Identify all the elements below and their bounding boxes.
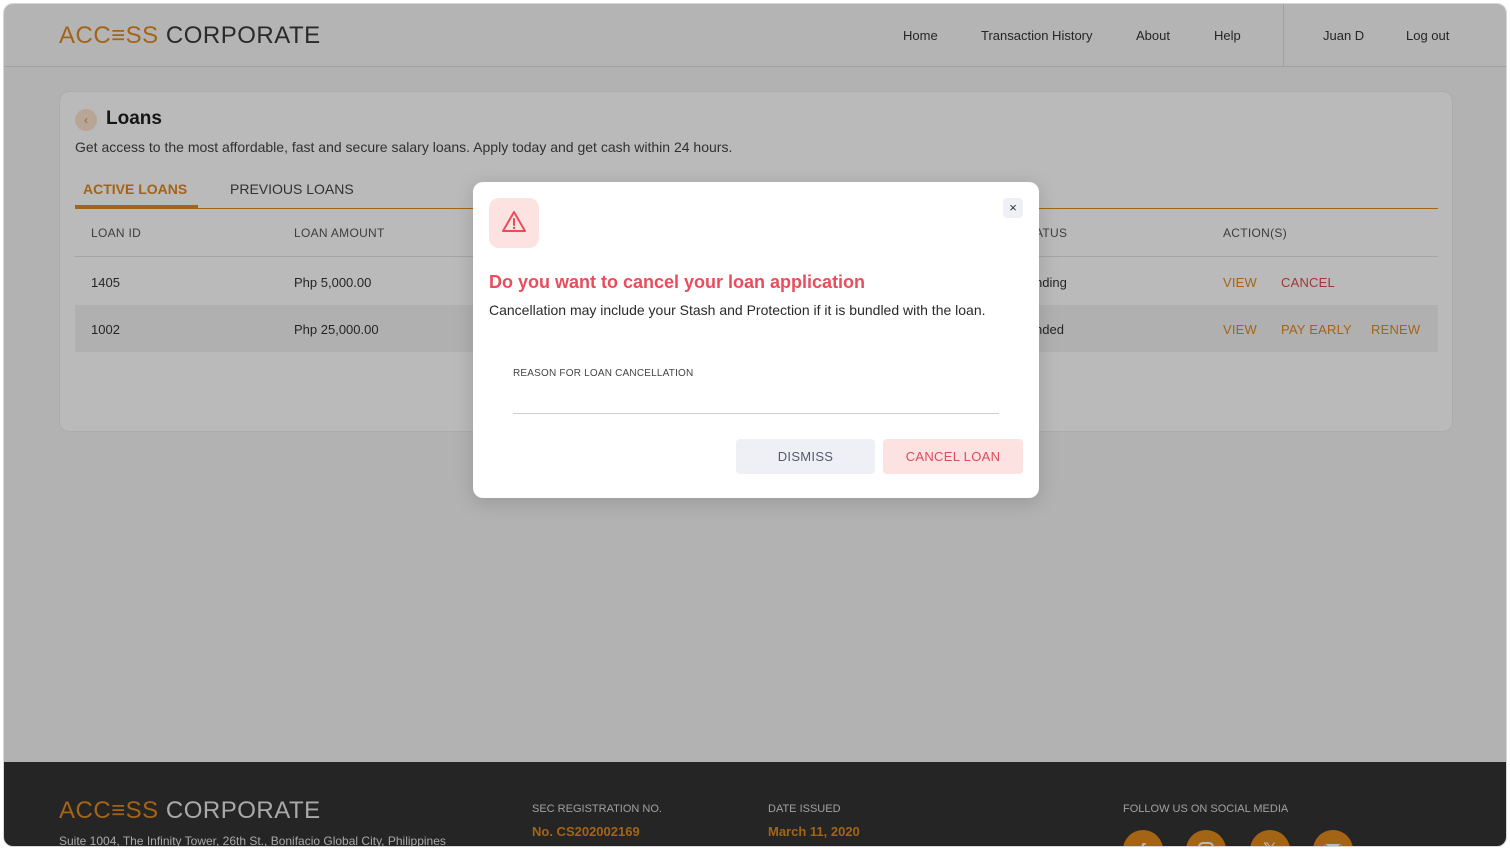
reason-field-label: REASON FOR LOAN CANCELLATION xyxy=(513,368,694,379)
reason-input[interactable] xyxy=(513,382,999,414)
dismiss-button[interactable]: DISMISS xyxy=(736,439,875,474)
cancel-loan-button[interactable]: CANCEL LOAN xyxy=(883,439,1023,474)
warning-triangle-icon xyxy=(502,211,526,232)
dialog-title: Do you want to cancel your loan applicat… xyxy=(489,272,866,292)
cancel-loan-dialog: × Do you want to cancel your loan applic… xyxy=(473,182,1039,498)
close-icon[interactable]: × xyxy=(1003,198,1023,218)
dialog-message: Cancellation may include your Stash and … xyxy=(489,302,986,318)
browser-frame: ACC≡SS CORPORATE Home Transaction Histor… xyxy=(3,3,1507,847)
warning-icon-container xyxy=(489,198,539,248)
